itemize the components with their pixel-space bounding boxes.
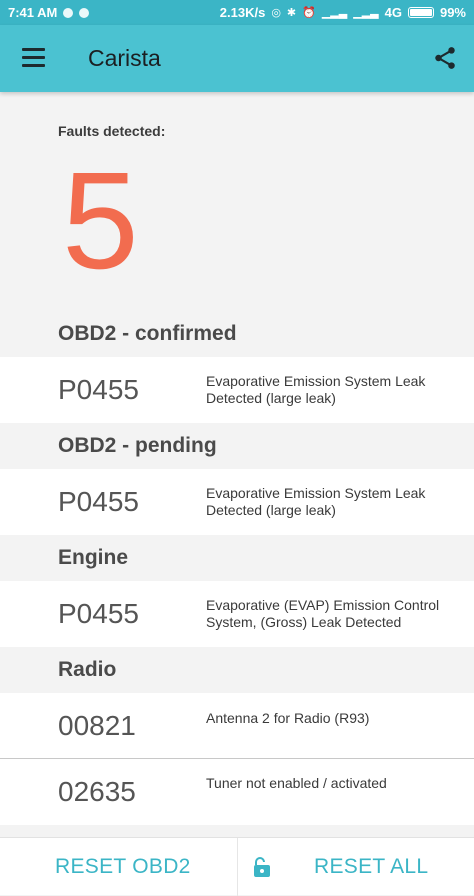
bottom-action-bar: RESET OBD2 RESET ALL <box>0 837 474 896</box>
section-header-radio: Radio <box>58 658 117 681</box>
bluetooth-icon: ✱ <box>286 7 297 19</box>
fault-row[interactable]: 02635 Tuner not enabled / activated <box>0 759 474 825</box>
fault-row[interactable]: P0455 Evaporative (EVAP) Emission Contro… <box>0 581 474 647</box>
alarm-icon: ⏰ <box>302 7 316 19</box>
faults-count: 5 <box>62 144 139 298</box>
network-speed: 2.13K/s <box>219 5 266 20</box>
fault-row[interactable]: 00821 Antenna 2 for Radio (R93) <box>0 693 474 759</box>
battery-percent: 99% <box>439 5 466 20</box>
status-bar-left: 7:41 AM <box>8 5 90 20</box>
unlock-icon <box>254 857 270 877</box>
reset-obd2-button[interactable]: RESET OBD2 <box>55 838 191 896</box>
fault-code: 02635 <box>58 776 136 807</box>
fault-row[interactable]: P0455 Evaporative Emission System Leak D… <box>0 469 474 535</box>
share-icon[interactable] <box>432 45 458 71</box>
fault-description: Tuner not enabled / activated <box>206 775 387 791</box>
fault-description: Evaporative (EVAP) Emission Control Syst… <box>206 597 440 630</box>
fault-description: Evaporative Emission System Leak Detecte… <box>206 485 426 518</box>
hotspot-icon: ◎ <box>271 7 281 19</box>
fault-code: P0455 <box>58 486 139 517</box>
section-header-obd2-confirmed: OBD2 - confirmed <box>58 322 237 345</box>
fault-description: Antenna 2 for Radio (R93) <box>206 710 370 726</box>
battery-icon <box>407 7 434 18</box>
section-header-obd2-pending: OBD2 - pending <box>58 434 217 457</box>
battery-fill <box>409 9 432 16</box>
hamburger-menu-icon[interactable] <box>22 48 46 68</box>
notification-icon <box>63 7 74 18</box>
fault-code: P0455 <box>58 598 139 629</box>
signal-icon: ▁▂▃ <box>353 7 379 19</box>
faults-label: Faults detected: <box>58 123 166 139</box>
status-bar-right: 2.13K/s ◎ ✱ ⏰ ▁▂▃ ▁▂▃ 4G 99% <box>220 5 466 20</box>
status-time: 7:41 AM <box>8 5 58 20</box>
signal-icon: ▁▂▃ <box>321 7 348 19</box>
fault-description: Evaporative Emission System Leak Detecte… <box>206 373 426 406</box>
fault-row[interactable]: P0455 Evaporative Emission System Leak D… <box>0 357 474 423</box>
notification-icon <box>79 7 90 18</box>
reset-all-button[interactable]: RESET ALL <box>314 838 428 896</box>
fault-code: 00821 <box>58 710 136 741</box>
app-bar: Carista <box>0 25 474 92</box>
network-type: 4G <box>384 5 402 20</box>
fault-code: P0455 <box>58 374 139 405</box>
button-separator <box>237 838 238 896</box>
app-title: Carista <box>88 45 161 71</box>
status-bar: 7:41 AM 2.13K/s ◎ ✱ ⏰ ▁▂▃ ▁▂▃ 4G 99% <box>0 0 474 25</box>
section-header-engine: Engine <box>58 546 129 569</box>
faults-content[interactable]: Faults detected: 5 OBD2 - confirmed P045… <box>0 92 474 837</box>
